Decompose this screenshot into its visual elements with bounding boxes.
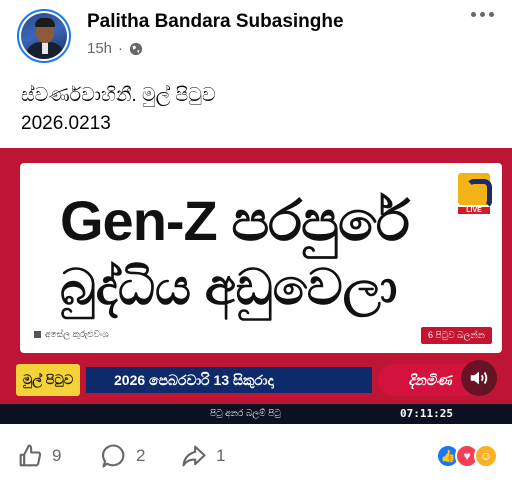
post-meta: 15h · xyxy=(87,40,143,57)
thumbs-up-icon xyxy=(19,444,42,467)
date-bar: 2026 පෙබරවාරි 13 සිකුරාදා xyxy=(86,367,372,393)
author-avatar[interactable] xyxy=(17,9,71,63)
reaction-summary[interactable]: 👍 ♥ ☺ xyxy=(436,444,498,468)
like-count: 9 xyxy=(52,446,62,465)
post-text: ස්වර්ණවාහිනී. මුල් පිටුව 2026.0213 xyxy=(21,82,216,138)
news-ticker: පිටු අනර බලම් පිටු xyxy=(210,408,281,418)
headline-line1: Gen-Z පරපුරේ xyxy=(60,189,410,252)
headline-card: Gen-Z පරපුරේ බුද්ධිය අඩුවෙලා LIVE අසේල ක… xyxy=(20,163,502,353)
speaker-icon xyxy=(470,371,488,385)
info-strip: මුල් පිටුව 2026 පෙබරවාරි 13 සිකුරාදා දින… xyxy=(0,364,512,398)
front-page-label: මුල් පිටුව xyxy=(16,364,80,396)
page-reference-tag: 6 පිටුව බලන්න xyxy=(421,327,492,344)
post-text-line1: ස්වර්ණවාහිනී. මුල් පිටුව xyxy=(21,85,216,106)
video-bottom-bar: පිටු අනර බලම් පිටු 07:11:25 xyxy=(0,404,512,424)
broadcast-clock: 07:11:25 xyxy=(400,407,453,420)
share-button[interactable]: 1 xyxy=(180,442,225,470)
headline-line2: බුද්ධිය අඩුවෙලා xyxy=(60,259,398,315)
comment-button[interactable]: 2 xyxy=(100,442,145,470)
more-options-button[interactable] xyxy=(471,12,494,17)
care-reaction-icon: ☺ xyxy=(474,444,498,468)
author-credit: අසේල කුරුළුවංශ xyxy=(34,329,109,340)
channel-logo: LIVE xyxy=(458,173,492,215)
author-name[interactable]: Palitha Bandara Subasinghe xyxy=(87,11,344,33)
post-video[interactable]: Gen-Z පරපුරේ බුද්ධිය අඩුවෙලා LIVE අසේල ක… xyxy=(0,148,512,424)
globe-icon xyxy=(129,42,143,55)
comment-count: 2 xyxy=(136,446,146,465)
post-actions: 9 2 1 👍 ♥ ☺ xyxy=(0,442,512,476)
mute-toggle-button[interactable] xyxy=(461,360,497,396)
post-header: Palitha Bandara Subasinghe 15h · xyxy=(0,0,512,70)
comment-icon xyxy=(102,444,125,468)
share-count: 1 xyxy=(216,446,226,465)
post-text-line2: 2026.0213 xyxy=(21,113,111,134)
post-time[interactable]: 15h xyxy=(87,40,112,57)
share-icon xyxy=(182,445,206,467)
like-button[interactable]: 9 xyxy=(16,442,61,470)
